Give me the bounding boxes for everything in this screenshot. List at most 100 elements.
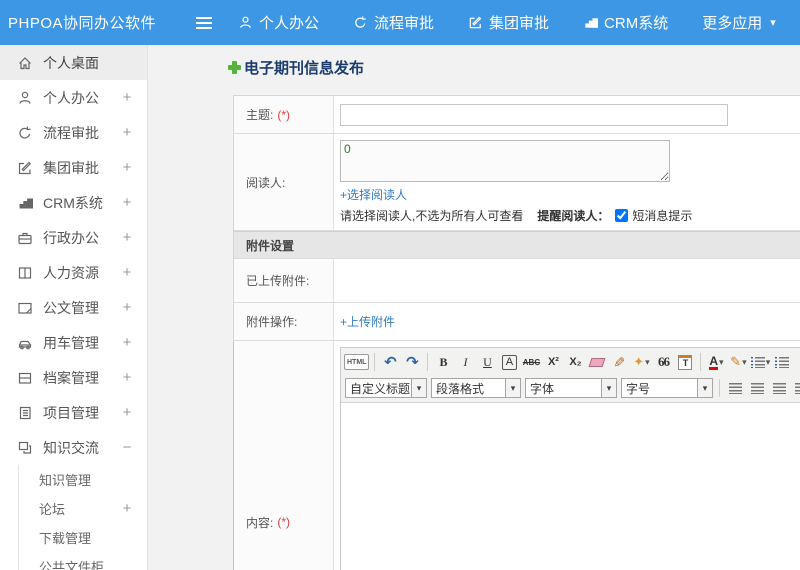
expand-toggle[interactable]: + bbox=[121, 264, 133, 281]
sidebar-item-label: 个人桌面 bbox=[43, 54, 99, 71]
expand-toggle[interactable]: + bbox=[121, 500, 133, 517]
eraser-icon[interactable] bbox=[587, 352, 607, 372]
remind-readers-label: 提醒阅读人： bbox=[537, 209, 610, 223]
chevron-down-icon: ▾ bbox=[411, 379, 426, 397]
sidebar-item-admin-office[interactable]: 行政办公 + bbox=[0, 220, 147, 255]
subject-input-cell bbox=[334, 96, 800, 133]
align-right-icon[interactable] bbox=[769, 378, 789, 398]
page-title-row: 电子期刊信息发布 bbox=[149, 45, 800, 90]
italic-button[interactable]: I bbox=[455, 352, 475, 372]
html-source-button[interactable]: HTML bbox=[344, 354, 370, 370]
sidebar-item-human-resources[interactable]: 人力资源 + bbox=[0, 255, 147, 290]
notebook-icon bbox=[17, 405, 33, 421]
redo-icon[interactable]: ↷ bbox=[402, 352, 422, 372]
expand-toggle[interactable]: + bbox=[121, 404, 133, 421]
sidebar-item-label: 集团审批 bbox=[43, 159, 99, 176]
font-size-select[interactable]: 字号 ▾ bbox=[621, 378, 713, 398]
unordered-list-button[interactable] bbox=[772, 352, 792, 372]
required-mark: (*) bbox=[277, 107, 291, 122]
sidebar-item-personal-office[interactable]: 个人办公 + bbox=[0, 80, 147, 115]
nav-crm-system[interactable]: CRM系统 bbox=[583, 12, 668, 33]
sidebar-subitem-public-file-cabinet[interactable]: 公共文件柜 bbox=[19, 552, 147, 570]
undo-icon[interactable]: ↶ bbox=[380, 352, 400, 372]
chevron-down-icon: ▾ bbox=[645, 356, 650, 367]
highlight-color-button[interactable]: ✎ ▾ bbox=[728, 352, 748, 372]
sidebar-item-document-management[interactable]: 公文管理 + bbox=[0, 290, 147, 325]
app-logo: PHPOA协同办公软件 bbox=[8, 15, 157, 32]
document-icon bbox=[17, 300, 33, 316]
custom-heading-select[interactable]: 自定义标题 ▾ bbox=[345, 378, 427, 398]
publish-form-table: 主题: (*) 阅读人: 0 +选择阅读人 请选择阅读人,不选为所有人可查看 提… bbox=[233, 95, 800, 570]
expand-toggle[interactable]: + bbox=[121, 334, 133, 351]
sidebar-subitem-forum[interactable]: 论坛 + bbox=[19, 494, 147, 523]
book-icon bbox=[17, 265, 33, 281]
expand-toggle[interactable]: + bbox=[121, 229, 133, 246]
sidebar-item-vehicle-management[interactable]: 用车管理 + bbox=[0, 325, 147, 360]
nav-group-approval[interactable]: 集团审批 bbox=[468, 12, 549, 33]
sidebar: 个人桌面 个人办公 + 流程审批 + 集团审批 + CRM系统 + 行政办公 + bbox=[0, 45, 148, 570]
format-brush-icon[interactable]: ✎ bbox=[609, 352, 629, 372]
sms-notify-checkbox[interactable] bbox=[615, 209, 629, 222]
nav-workflow-approval[interactable]: 流程审批 bbox=[353, 12, 434, 33]
nav-personal-office[interactable]: 个人办公 bbox=[238, 12, 319, 33]
expand-toggle[interactable]: + bbox=[121, 124, 133, 141]
expand-toggle[interactable]: + bbox=[121, 89, 133, 106]
expand-toggle[interactable]: + bbox=[121, 299, 133, 316]
bold-button[interactable]: B bbox=[433, 352, 453, 372]
uploaded-content-cell bbox=[334, 259, 800, 302]
sidebar-item-group-approval[interactable]: 集团审批 + bbox=[0, 150, 147, 185]
sidebar-subitem-knowledge-management[interactable]: 知识管理 bbox=[19, 465, 147, 494]
editor-content-area[interactable] bbox=[341, 403, 800, 570]
sidebar-item-project-management[interactable]: 项目管理 + bbox=[0, 395, 147, 430]
sidebar-subitem-label: 公共文件柜 bbox=[39, 560, 105, 570]
expand-toggle[interactable]: − bbox=[121, 439, 133, 456]
paste-as-text-icon[interactable]: T bbox=[675, 352, 695, 372]
readers-textarea[interactable]: 0 bbox=[340, 140, 670, 182]
sidebar-item-personal-desktop[interactable]: 个人桌面 bbox=[0, 45, 147, 80]
chevron-down-icon: ▾ bbox=[697, 379, 712, 397]
chat-icon bbox=[17, 440, 33, 456]
required-mark: (*) bbox=[277, 515, 291, 529]
sidebar-item-knowledge-exchange[interactable]: 知识交流 − bbox=[0, 430, 147, 465]
superscript-button[interactable]: X² bbox=[543, 352, 563, 372]
attach-op-label: 附件操作: bbox=[246, 315, 298, 329]
paragraph-format-select[interactable]: 段落格式 ▾ bbox=[431, 378, 521, 398]
autoformat-wand-icon[interactable]: ✦ ▾ bbox=[631, 352, 651, 372]
sidebar-item-label: 流程审批 bbox=[43, 124, 99, 141]
blockquote-button[interactable]: 66 bbox=[653, 352, 673, 372]
chevron-down-icon: ▾ bbox=[765, 356, 771, 367]
sidebar-item-crm-system[interactable]: CRM系统 + bbox=[0, 185, 147, 220]
ordered-list-button[interactable]: ▾ bbox=[750, 352, 770, 372]
select-readers-link[interactable]: +选择阅读人 bbox=[340, 186, 800, 203]
sidebar-subitem-label: 知识管理 bbox=[39, 473, 92, 488]
attachment-ops-row: 附件操作: +上传附件 bbox=[234, 303, 800, 341]
underline-button[interactable]: U bbox=[477, 352, 497, 372]
main-content: 电子期刊信息发布 主题: (*) 阅读人: 0 +选择阅读人 请选择阅读人,不选… bbox=[149, 45, 800, 570]
chevron-down-icon: ▾ bbox=[505, 379, 520, 397]
align-center-icon[interactable] bbox=[747, 378, 767, 398]
font-color-button[interactable]: A ▾ bbox=[706, 352, 726, 372]
expand-toggle[interactable]: + bbox=[121, 159, 133, 176]
sidebar-subitem-label: 下载管理 bbox=[39, 531, 92, 546]
sidebar-item-label: 个人办公 bbox=[43, 89, 99, 106]
sidebar-subitem-download-management[interactable]: 下载管理 bbox=[19, 523, 147, 552]
strikethrough-button[interactable]: ABC bbox=[521, 352, 541, 372]
expand-toggle[interactable]: + bbox=[121, 194, 133, 211]
upload-attachment-link[interactable]: +上传附件 bbox=[340, 313, 800, 330]
font-style-button[interactable]: A bbox=[501, 354, 517, 370]
sidebar-item-archive-management[interactable]: 档案管理 + bbox=[0, 360, 147, 395]
hamburger-menu-icon[interactable] bbox=[196, 16, 212, 29]
user-icon bbox=[17, 90, 33, 106]
rich-text-editor: HTML ↶ ↷ B I U A ABC X² X₂ ✎ ✦ ▾ 66 T A … bbox=[340, 347, 800, 570]
subscript-button[interactable]: X₂ bbox=[565, 352, 585, 372]
align-left-icon[interactable] bbox=[725, 378, 745, 398]
sidebar-item-workflow-approval[interactable]: 流程审批 + bbox=[0, 115, 147, 150]
content-editor-cell: HTML ↶ ↷ B I U A ABC X² X₂ ✎ ✦ ▾ 66 T A … bbox=[334, 341, 800, 570]
home-icon bbox=[17, 55, 33, 71]
subject-input[interactable] bbox=[340, 103, 728, 126]
page-title: 电子期刊信息发布 bbox=[244, 60, 365, 77]
expand-toggle[interactable]: + bbox=[121, 369, 133, 386]
nav-more-apps[interactable]: 更多应用 ▾ bbox=[702, 12, 776, 33]
align-justify-icon[interactable] bbox=[791, 378, 800, 398]
font-family-select[interactable]: 字体 ▾ bbox=[525, 378, 617, 398]
